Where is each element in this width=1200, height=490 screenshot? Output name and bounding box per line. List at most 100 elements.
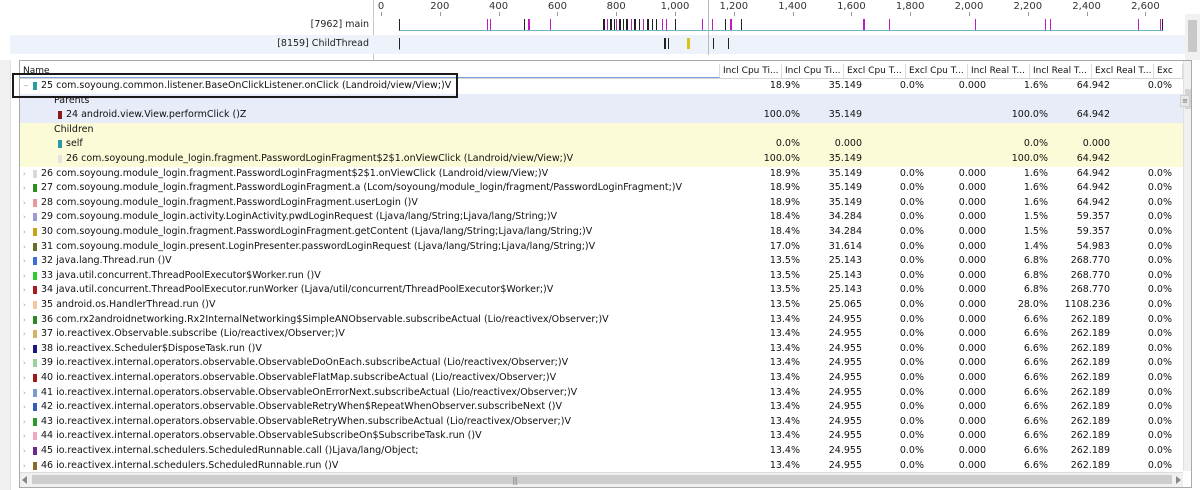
expand-icon[interactable]: › bbox=[23, 196, 26, 211]
metric-value: 262.189 bbox=[1070, 445, 1110, 456]
table-row[interactable]: › 37 io.reactivex.Observable.subscribe (L… bbox=[20, 327, 1183, 342]
trace-segment bbox=[639, 19, 640, 30]
table-row[interactable]: › 34 java.util.concurrent.ThreadPoolExecu… bbox=[20, 283, 1183, 298]
table-row[interactable]: › 41 io.reactivex.internal.operators.obse… bbox=[20, 386, 1183, 401]
expand-icon[interactable]: › bbox=[23, 240, 26, 255]
table-row[interactable]: › 46 io.reactivex.internal.schedulers.Sch… bbox=[20, 459, 1183, 474]
thread-row-main[interactable]: [7962] main bbox=[10, 16, 1200, 35]
metric-value bbox=[740, 123, 800, 138]
ruler-label: 2,400 bbox=[1072, 1, 1101, 12]
expand-icon[interactable]: › bbox=[23, 254, 26, 269]
expand-icon[interactable]: › bbox=[23, 429, 26, 444]
expand-icon[interactable]: › bbox=[23, 386, 26, 401]
expand-icon[interactable]: › bbox=[23, 356, 26, 371]
expand-icon[interactable]: › bbox=[23, 225, 26, 240]
metric-value: 25.065 bbox=[828, 299, 862, 310]
left-gutter bbox=[0, 0, 11, 490]
thread-lane-main[interactable] bbox=[399, 19, 1163, 31]
table-row[interactable]: › 33 java.util.concurrent.ThreadPoolExecu… bbox=[20, 269, 1183, 284]
expand-icon[interactable]: › bbox=[23, 313, 26, 328]
expand-icon[interactable]: › bbox=[23, 283, 26, 298]
timeline-scrollbar[interactable] bbox=[1185, 14, 1200, 60]
metric-value: 24.955 bbox=[828, 445, 862, 456]
table-row[interactable]: › 44 io.reactivex.internal.operators.obse… bbox=[20, 429, 1183, 444]
expand-icon[interactable]: › bbox=[23, 415, 26, 430]
table-row[interactable]: › 30 com.soyoung.module_login.fragment.Pa… bbox=[20, 225, 1183, 240]
method-name: self bbox=[66, 138, 83, 150]
trace-segment bbox=[607, 19, 608, 30]
scroll-right-icon[interactable] bbox=[1176, 476, 1181, 484]
column-header[interactable]: Incl Real T... bbox=[1030, 64, 1092, 78]
trace-segment bbox=[623, 19, 624, 30]
metric-value: 0.0% bbox=[1147, 269, 1172, 281]
scroll-up-icon[interactable]: ≡ bbox=[1180, 95, 1190, 107]
trace-segment bbox=[626, 19, 628, 30]
expand-icon[interactable]: › bbox=[23, 210, 26, 225]
column-header[interactable]: Incl Cpu Ti... bbox=[782, 64, 844, 78]
table-row[interactable]: › 38 io.reactivex.Scheduler$DisposeTask.r… bbox=[20, 342, 1183, 357]
trace-segment bbox=[712, 19, 713, 30]
method-color-swatch bbox=[33, 169, 37, 178]
column-header[interactable]: Incl Real T... bbox=[968, 64, 1030, 78]
expand-icon[interactable]: › bbox=[23, 298, 26, 313]
scroll-left-icon[interactable] bbox=[22, 476, 27, 484]
expand-icon[interactable]: › bbox=[23, 181, 26, 196]
scroll-thumb[interactable] bbox=[1188, 20, 1197, 52]
expand-icon[interactable]: › bbox=[23, 371, 26, 386]
metric-value: 0.000 bbox=[958, 226, 986, 237]
method-name: 37 io.reactivex.Observable.subscribe (Li… bbox=[41, 328, 345, 340]
table-row[interactable]: › 32 java.lang.Thread.run ()V 13.5% 25.143 0… bbox=[20, 254, 1183, 269]
column-header[interactable]: Excl Cpu T... bbox=[844, 64, 906, 78]
expand-icon[interactable]: › bbox=[23, 400, 26, 415]
horizontal-scrollbar[interactable]: ||| bbox=[20, 472, 1183, 487]
table-row-parent-item[interactable]: 24 android.view.View.performClick ()Z 100… bbox=[20, 108, 1183, 123]
metric-value: 1108.236 bbox=[1064, 299, 1110, 310]
expand-icon[interactable]: › bbox=[23, 459, 26, 474]
vertical-scrollbar[interactable] bbox=[1183, 61, 1191, 471]
table-row[interactable]: › 31 com.soyoung.module_login.present.Log… bbox=[20, 240, 1183, 255]
method-name: 40 io.reactivex.internal.operators.obser… bbox=[41, 372, 557, 383]
expand-icon[interactable]: › bbox=[23, 444, 26, 459]
trace-segment bbox=[675, 19, 676, 30]
scroll-thumb[interactable]: ||| bbox=[32, 475, 1172, 485]
column-header[interactable]: Excl Cpu T... bbox=[906, 64, 968, 78]
table-row-children-hdr[interactable]: Children bbox=[20, 122, 1183, 138]
table-row[interactable]: › 39 io.reactivex.internal.operators.obse… bbox=[20, 356, 1183, 371]
table-row[interactable]: › 35 android.os.HandlerThread.run ()V 13.5… bbox=[20, 298, 1183, 313]
expand-icon[interactable]: › bbox=[23, 342, 26, 357]
column-header[interactable]: Exc bbox=[1154, 64, 1183, 78]
table-row[interactable]: › 27 com.soyoung.module_login.fragment.Pa… bbox=[20, 181, 1183, 196]
method-name: 42 io.reactivex.internal.operators.obser… bbox=[41, 401, 562, 413]
metric-value: 0.0% bbox=[899, 357, 924, 369]
table-row[interactable]: › 42 io.reactivex.internal.operators.obse… bbox=[20, 400, 1183, 415]
table-row[interactable]: › 40 io.reactivex.internal.operators.obse… bbox=[20, 371, 1183, 386]
metric-value: 6.8% bbox=[1023, 284, 1048, 296]
trace-segment bbox=[713, 38, 714, 49]
table-row-child-item[interactable]: self 0.0% 0.000 0.0% 0.000 bbox=[20, 137, 1183, 152]
table-row[interactable]: › 29 com.soyoung.module_login.activity.Lo… bbox=[20, 210, 1183, 225]
table-row[interactable]: › 36 com.rx2androidnetworking.Rx2Internal… bbox=[20, 313, 1183, 328]
table-row-child-item[interactable]: 26 com.soyoung.module_login.fragment.Pas… bbox=[20, 152, 1183, 167]
expand-icon[interactable]: › bbox=[23, 269, 26, 284]
metric-value: 24.955 bbox=[828, 386, 862, 398]
method-name: 33 java.util.concurrent.ThreadPoolExecut… bbox=[41, 269, 321, 281]
table-row[interactable]: › 43 io.reactivex.internal.operators.obse… bbox=[20, 415, 1183, 430]
column-header[interactable]: Incl Cpu Ti... bbox=[720, 64, 782, 78]
table-row[interactable]: › 26 com.soyoung.module_login.fragment.Pa… bbox=[20, 167, 1183, 182]
metric-value: 1.6% bbox=[1023, 80, 1048, 91]
column-header[interactable]: Excl Real T... bbox=[1092, 64, 1154, 78]
thread-lane-child[interactable] bbox=[399, 38, 1163, 50]
thread-row-child[interactable]: [8159] ChildThread bbox=[10, 35, 1200, 54]
trace-segment bbox=[1160, 19, 1161, 30]
time-cursor bbox=[708, 0, 709, 55]
metric-value: 0.0% bbox=[899, 226, 924, 237]
table-row[interactable]: › 45 io.reactivex.internal.schedulers.Sch… bbox=[20, 444, 1183, 459]
metric-value: 31.614 bbox=[828, 240, 862, 252]
expand-icon[interactable]: › bbox=[23, 167, 26, 182]
metric-value: 0.0% bbox=[1147, 328, 1172, 340]
table-row[interactable]: › 28 com.soyoung.module_login.fragment.Pa… bbox=[20, 196, 1183, 211]
expand-icon[interactable]: › bbox=[23, 327, 26, 342]
metric-value: 18.9% bbox=[769, 80, 800, 91]
metric-value: 0.000 bbox=[958, 415, 986, 427]
metric-value: 0.0% bbox=[1147, 415, 1172, 427]
